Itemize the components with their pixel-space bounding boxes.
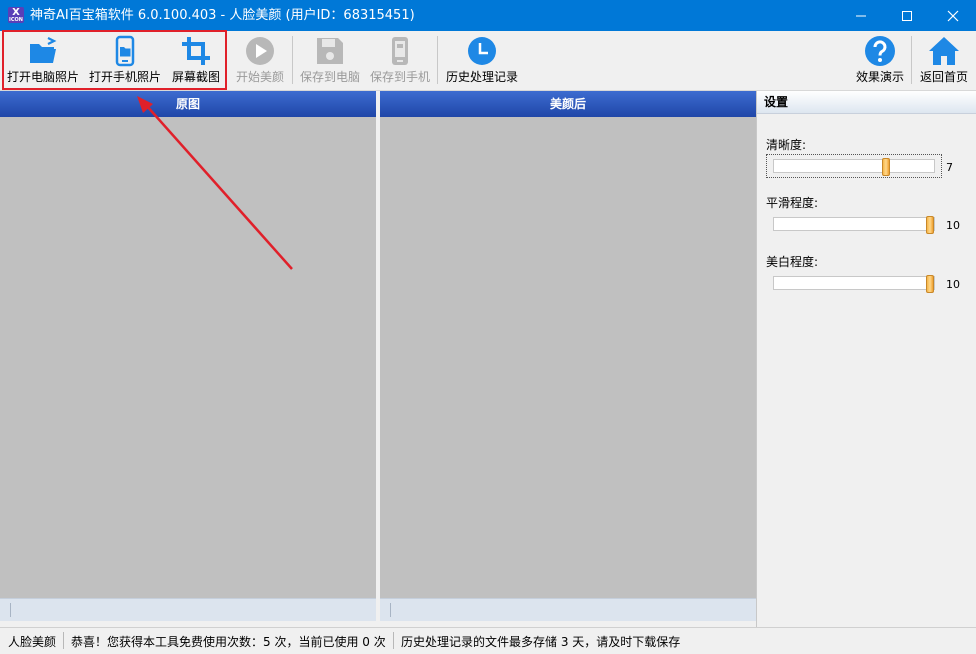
whitening-slider[interactable] (773, 275, 935, 293)
settings-title: 设置 (757, 91, 976, 114)
status-divider (393, 632, 394, 649)
status-history-note: 历史处理记录的文件最多存储 3 天，请及时下载保存 (401, 635, 681, 649)
clarity-slider-thumb[interactable] (882, 158, 890, 176)
whitening-label: 美白程度: (766, 255, 819, 269)
status-usage: 恭喜！您获得本工具免费使用次数：5 次，当前已使用 0 次 (71, 635, 386, 649)
clarity-label: 清晰度: (766, 138, 807, 152)
status-bar: 人脸美颜 恭喜！您获得本工具免费使用次数：5 次，当前已使用 0 次 历史处理记… (0, 627, 976, 654)
status-divider (63, 632, 64, 649)
smoothness-label: 平滑程度: (766, 196, 819, 210)
status-module: 人脸美颜 (8, 635, 57, 649)
whitening-slider-thumb[interactable] (926, 275, 934, 293)
smoothness-value: 10 (946, 219, 960, 232)
clarity-slider[interactable] (773, 158, 935, 176)
smoothness-slider-thumb[interactable] (926, 216, 934, 234)
whitening-value: 10 (946, 278, 960, 291)
settings-panel: 设置 清晰度: 7 平滑程度: 10 美白程度: 10 (756, 91, 976, 627)
clarity-value: 7 (946, 161, 953, 174)
smoothness-slider[interactable] (773, 216, 935, 234)
